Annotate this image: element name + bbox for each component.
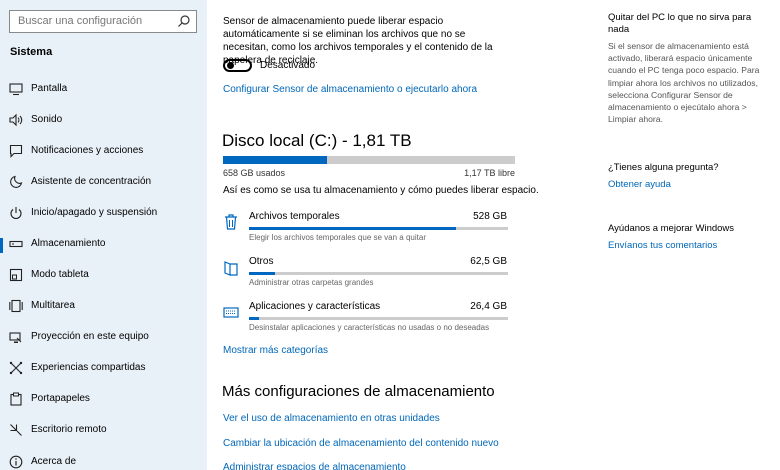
sidebar-item-escritorio-remoto[interactable]: Escritorio remoto [0, 416, 207, 447]
category-temporales[interactable]: Archivos temporales 528 GB Elegir los ar… [207, 211, 597, 255]
sidebar-item-label: Inicio/apagado y suspensión [31, 207, 158, 218]
projection-icon [9, 332, 22, 343]
category-size: 26,4 GB [470, 301, 507, 312]
power-icon [10, 207, 22, 220]
sidebar-item-label: Sonido [31, 114, 63, 125]
question-heading: ¿Tienes alguna pregunta? [608, 162, 719, 173]
category-name: Aplicaciones y características [249, 301, 381, 312]
sidebar-item-pantalla[interactable]: Pantalla [0, 75, 207, 106]
monitor-icon [9, 83, 23, 96]
disk-usage-fill [223, 156, 327, 164]
sidebar-item-label: Pantalla [31, 83, 68, 94]
main-content: Sensor de almacenamiento puede liberar e… [207, 0, 597, 470]
sidebar-item-concentracion[interactable]: Asistente de concentración [0, 168, 207, 199]
disk-usage-bar [223, 156, 515, 164]
search-icon [178, 15, 190, 27]
sidebar-item-label: Asistente de concentración [31, 176, 152, 187]
category-size: 528 GB [473, 211, 507, 222]
category-description: Administrar otras carpetas grandes [249, 278, 374, 287]
category-bar-fill [249, 272, 275, 275]
storage-sense-toggle[interactable] [223, 59, 252, 72]
configure-storage-sense-link[interactable]: Configurar Sensor de almacenamiento o ej… [223, 84, 477, 95]
sidebar-item-multitarea[interactable]: Multitarea [0, 292, 207, 323]
sidebar-item-label: Almacenamiento [31, 238, 106, 249]
more-settings-heading: Más configuraciones de almacenamiento [222, 383, 495, 400]
tip-body: Si el sensor de almacenamiento está acti… [608, 41, 760, 125]
disk-used-label: 658 GB usados [223, 168, 286, 178]
change-save-location-link[interactable]: Cambiar la ubicación de almacenamiento d… [223, 438, 499, 449]
get-help-link[interactable]: Obtener ayuda [608, 179, 671, 190]
category-otros[interactable]: Otros 62,5 GB Administrar otras carpetas… [207, 256, 597, 300]
category-description: Elegir los archivos temporales que se va… [249, 233, 426, 242]
search-placeholder: Buscar una configuración [18, 15, 143, 27]
improve-heading: Ayúdanos a mejorar Windows [608, 223, 735, 234]
tablet-icon [9, 268, 23, 282]
storage-icon [9, 240, 23, 248]
sidebar-item-notificaciones[interactable]: Notificaciones y acciones [0, 137, 207, 168]
sidebar-item-proyeccion[interactable]: Proyección en este equipo [0, 323, 207, 354]
show-more-categories-link[interactable]: Mostrar más categorías [223, 345, 328, 356]
disk-title: Disco local (C:) - 1,81 TB [222, 131, 412, 150]
other-drives-link[interactable]: Ver el uso de almacenamiento en otras un… [223, 413, 440, 424]
tip-title: Quitar del PC lo que no sirva para nada [608, 12, 752, 35]
category-size: 62,5 GB [470, 256, 507, 267]
notification-icon [9, 144, 23, 158]
disk-usage-note: Así es como se usa tu almacenamiento y c… [223, 185, 539, 196]
section-title: Sistema [10, 46, 53, 58]
sidebar-item-label: Acerca de [31, 456, 77, 467]
sidebar-item-label: Experiencias compartidas [31, 362, 146, 373]
trash-icon [225, 214, 237, 230]
sidebar-item-label: Portapapeles [31, 393, 90, 404]
category-bar [249, 227, 508, 230]
sidebar-item-energia[interactable]: Inicio/apagado y suspensión [0, 199, 207, 230]
info-icon [9, 455, 23, 469]
category-name: Otros [249, 256, 274, 267]
sidebar-item-label: Multitarea [31, 300, 75, 311]
sidebar: Buscar una configuración Sistema Pantall… [0, 0, 207, 470]
category-name: Archivos temporales [249, 211, 340, 222]
toggle-knob [227, 62, 234, 69]
manage-storage-spaces-link[interactable]: Administrar espacios de almacenamiento [223, 462, 406, 470]
clipboard-icon [10, 392, 22, 406]
sidebar-item-portapapeles[interactable]: Portapapeles [0, 385, 207, 416]
sidebar-item-acerca-de[interactable]: Acerca de [0, 448, 207, 470]
shared-icon [9, 361, 23, 375]
sidebar-item-compartidas[interactable]: Experiencias compartidas [0, 354, 207, 385]
speaker-icon [9, 113, 23, 127]
sidebar-item-label: Proyección en este equipo [31, 331, 149, 342]
category-aplicaciones[interactable]: Aplicaciones y características 26,4 GB D… [207, 301, 597, 345]
sidebar-item-label: Modo tableta [31, 269, 89, 280]
apps-icon [223, 307, 239, 318]
category-bar [249, 272, 508, 275]
category-bar [249, 317, 508, 320]
category-description: Desinstalar aplicaciones y característic… [249, 323, 490, 332]
multitask-icon [9, 299, 23, 313]
sidebar-item-sonido[interactable]: Sonido [0, 106, 207, 137]
folder-icon [224, 261, 238, 276]
sidebar-item-tableta[interactable]: Modo tableta [0, 261, 207, 292]
remote-icon [10, 424, 22, 436]
category-bar-fill [249, 317, 260, 320]
sidebar-item-label: Notificaciones y acciones [31, 145, 144, 156]
moon-icon [10, 175, 23, 188]
related-panel: Quitar del PC lo que no sirva para nada … [608, 0, 778, 470]
sidebar-item-almacenamiento[interactable]: Almacenamiento [0, 230, 207, 261]
toggle-label: Desactivado [260, 60, 316, 71]
category-bar-fill [249, 227, 457, 230]
active-indicator [0, 238, 3, 253]
feedback-link[interactable]: Envíanos tus comentarios [608, 240, 717, 251]
disk-free-label: 1,17 TB libre [464, 168, 515, 178]
search-input[interactable]: Buscar una configuración [9, 10, 197, 33]
sidebar-item-label: Escritorio remoto [31, 424, 107, 435]
